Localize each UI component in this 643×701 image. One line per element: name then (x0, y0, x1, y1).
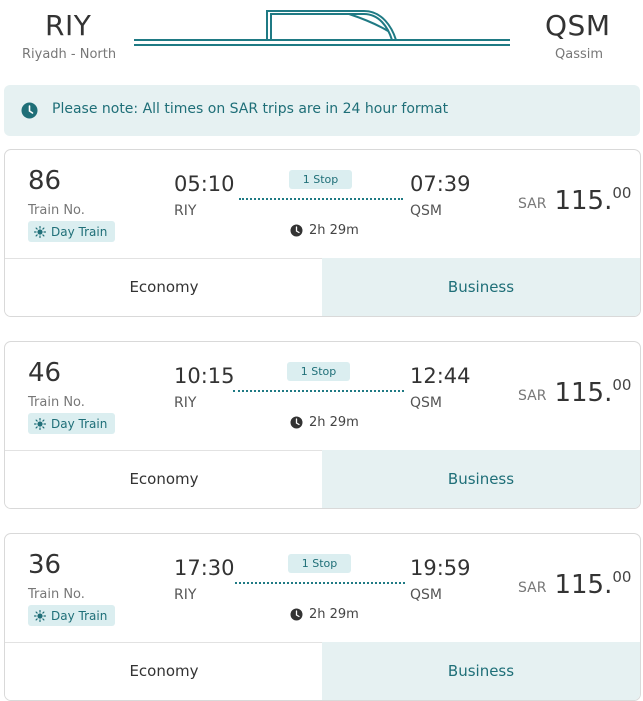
route-line (233, 390, 404, 392)
departure-time: 05:10 (174, 172, 235, 196)
departure-time: 17:30 (174, 556, 235, 580)
departure-station: RIY (174, 203, 197, 219)
price-whole: 115. (554, 378, 613, 408)
duration: 2h 29m (290, 223, 359, 238)
duration-text: 2h 29m (309, 607, 359, 622)
time-format-note: Please note: All times on SAR trips are … (4, 85, 640, 136)
train-number-label: Train No. (28, 587, 85, 602)
price: SAR 115. 00 (518, 376, 631, 408)
train-number: 46 (28, 358, 62, 388)
train-number: 36 (28, 550, 62, 580)
trip-card[interactable]: 86 Train No. Day Train 05:10 RIY 1 Stop … (4, 149, 641, 317)
stops-badge: 1 Stop (289, 170, 352, 189)
economy-class-button[interactable]: Economy (5, 258, 323, 316)
day-train-badge: Day Train (28, 413, 116, 434)
business-class-button[interactable]: Business (322, 258, 640, 316)
origin-name: Riyadh - North (22, 47, 117, 62)
arrival-station: QSM (410, 587, 442, 603)
price-whole: 115. (554, 186, 613, 216)
route-header: RIY Riyadh - North QSM Qassim (0, 0, 643, 80)
price: SAR 115. 00 (518, 568, 631, 600)
arrival-time: 07:39 (410, 172, 471, 196)
departure-station: RIY (174, 587, 197, 603)
arrival-time: 19:59 (410, 556, 471, 580)
badge-label: Day Train (51, 608, 108, 623)
train-number-label: Train No. (28, 395, 85, 410)
price-decimal: 00 (612, 376, 632, 394)
destination-name: Qassim (555, 47, 604, 62)
clock-icon (21, 102, 38, 119)
origin-code: RIY (45, 9, 92, 42)
departure-time: 10:15 (174, 364, 235, 388)
clock-icon (290, 416, 303, 429)
price: SAR 115. 00 (518, 184, 631, 216)
day-train-badge: Day Train (28, 221, 116, 242)
currency: SAR (518, 580, 547, 596)
train-number: 86 (28, 166, 62, 196)
sun-icon (34, 609, 46, 622)
arrival-time: 12:44 (410, 364, 471, 388)
sun-icon (34, 417, 46, 430)
currency: SAR (518, 388, 547, 404)
day-train-badge: Day Train (28, 605, 116, 626)
route-line (239, 198, 403, 200)
duration-text: 2h 29m (309, 223, 359, 238)
trip-card[interactable]: 46 Train No. Day Train 10:15 RIY 1 Stop … (4, 341, 641, 509)
trip-card[interactable]: 36 Train No. Day Train 17:30 RIY 1 Stop … (4, 533, 641, 701)
economy-class-button[interactable]: Economy (5, 642, 323, 700)
departure-station: RIY (174, 395, 197, 411)
clock-icon (290, 224, 303, 237)
price-whole: 115. (554, 570, 613, 600)
duration: 2h 29m (290, 607, 359, 622)
arrival-station: QSM (410, 203, 442, 219)
badge-label: Day Train (51, 224, 108, 239)
arrival-station: QSM (410, 395, 442, 411)
currency: SAR (518, 196, 547, 212)
route-line (235, 582, 405, 584)
clock-icon (290, 608, 303, 621)
economy-class-button[interactable]: Economy (5, 450, 323, 508)
note-text: Please note: All times on SAR trips are … (52, 101, 449, 117)
duration-text: 2h 29m (309, 415, 359, 430)
duration: 2h 29m (290, 415, 359, 430)
sun-icon (34, 225, 46, 238)
destination-code: QSM (545, 9, 611, 42)
business-class-button[interactable]: Business (322, 450, 640, 508)
price-decimal: 00 (612, 184, 632, 202)
business-class-button[interactable]: Business (322, 642, 640, 700)
stops-badge: 1 Stop (287, 362, 350, 381)
price-decimal: 00 (612, 568, 632, 586)
train-illustration-icon (134, 10, 510, 46)
train-number-label: Train No. (28, 203, 85, 218)
badge-label: Day Train (51, 416, 108, 431)
stops-badge: 1 Stop (288, 554, 351, 573)
